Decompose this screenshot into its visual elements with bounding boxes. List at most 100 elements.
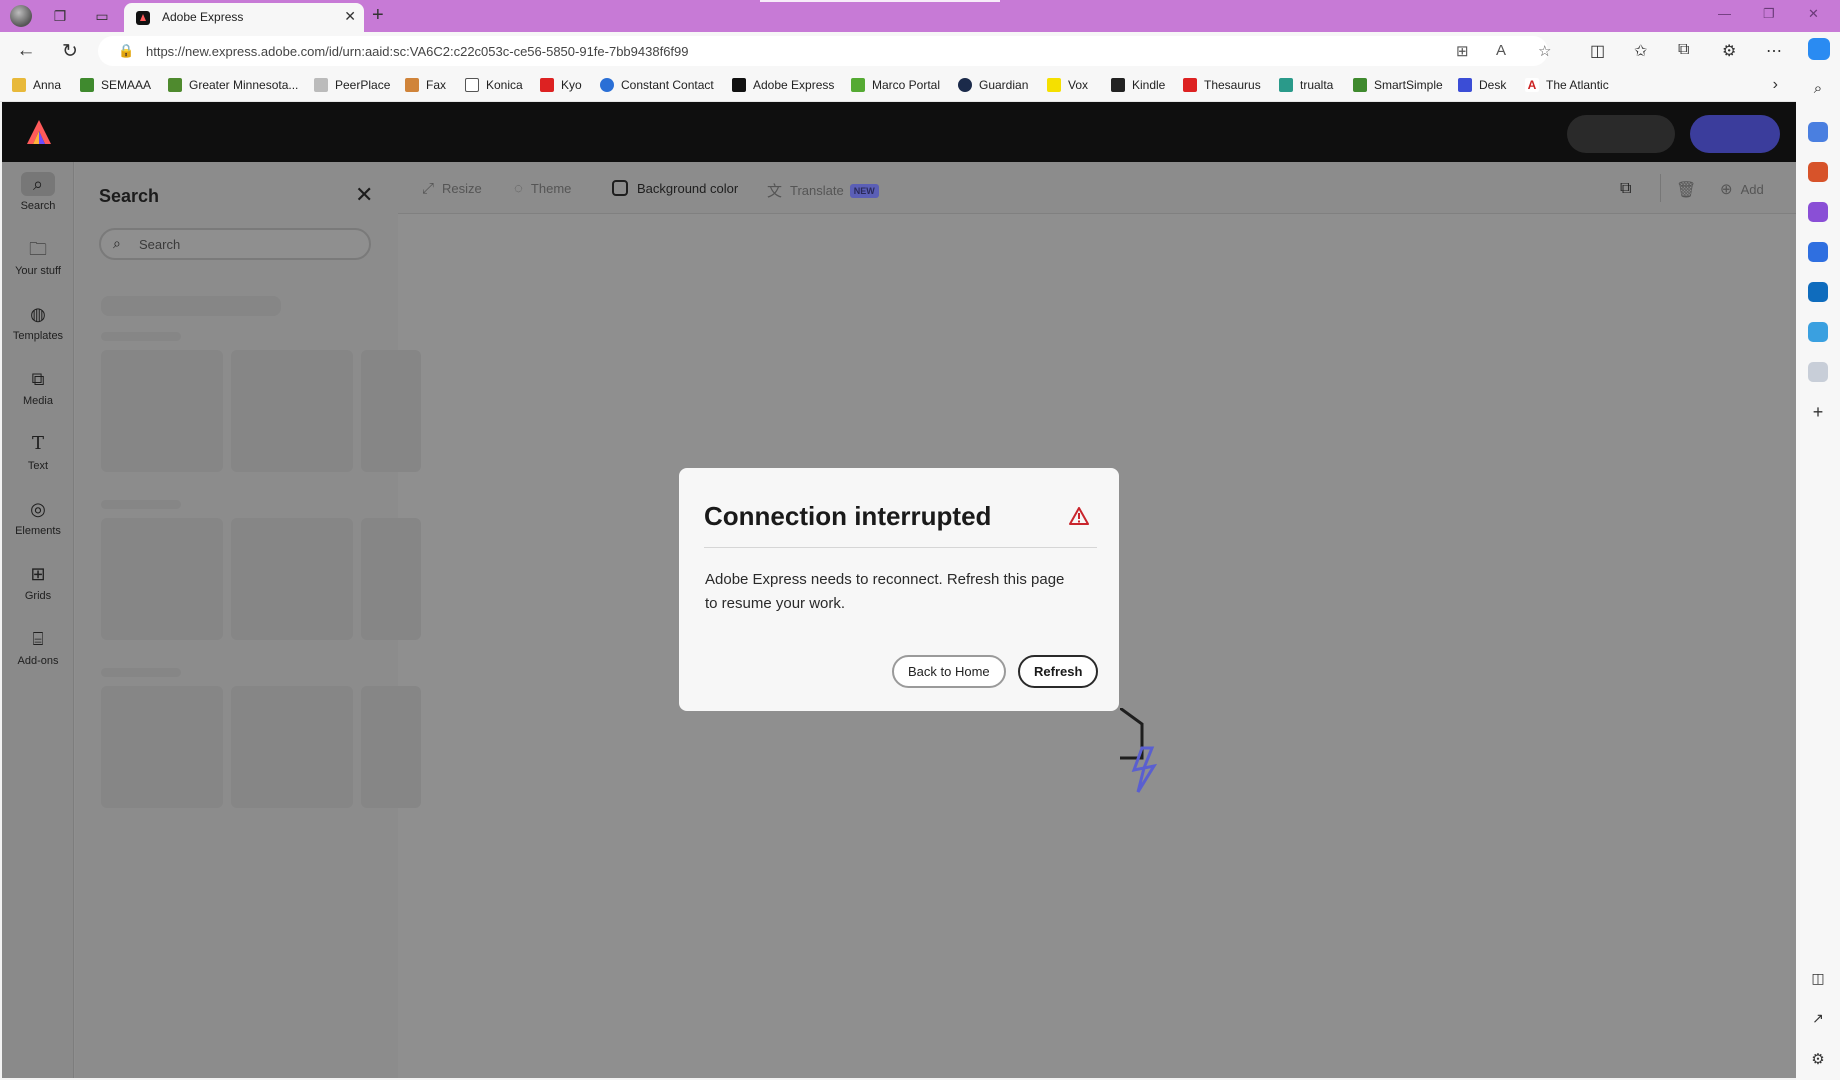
games-icon[interactable] — [1808, 202, 1828, 222]
bookmark-item[interactable]: Fax — [405, 78, 446, 92]
bookmark-item[interactable]: SEMAAA — [80, 78, 151, 92]
bookmark-favicon-icon — [1047, 78, 1061, 92]
reload-icon[interactable]: ↻ — [58, 40, 82, 63]
rail-item-search[interactable]: ⌕ Search — [2, 172, 74, 212]
background-color-button[interactable]: Background color — [612, 180, 738, 196]
add-sidebar-app-icon[interactable]: + — [1808, 402, 1828, 422]
minimize-icon[interactable]: — — [1718, 6, 1731, 21]
bookmark-item[interactable]: Vox — [1047, 78, 1088, 92]
bookmark-favicon-icon — [1183, 78, 1197, 92]
header-secondary-button[interactable] — [1567, 115, 1675, 153]
header-primary-button[interactable] — [1690, 115, 1780, 153]
bookmark-favicon-icon — [1458, 78, 1472, 92]
bookmark-favicon-icon — [851, 78, 865, 92]
titlebar-highlight — [760, 0, 1000, 2]
loading-placeholder — [101, 296, 281, 316]
browser-tab-active[interactable]: Adobe Express ✕ — [124, 3, 364, 32]
restore-icon[interactable]: ❐ — [1763, 6, 1775, 22]
hide-sidebar-icon[interactable]: ◫ — [1808, 970, 1828, 990]
dialog-title: Connection interrupted — [704, 501, 992, 531]
bookmark-item[interactable]: A The Atlantic — [1525, 78, 1609, 92]
microsoft365-icon[interactable] — [1808, 242, 1828, 262]
bookmark-favicon-icon — [1353, 78, 1367, 92]
more-menu-icon[interactable]: ⋯ — [1766, 41, 1782, 61]
workspaces-icon[interactable]: ❐ — [50, 6, 70, 26]
bookmark-item[interactable]: Constant Contact — [600, 78, 714, 92]
bookmark-item[interactable]: Adobe Express — [732, 78, 834, 92]
left-rail: ⌕ Search 🗀 Your stuff ◍ Templates ⧉ Medi… — [2, 162, 74, 1078]
browser-titlebar: ❐ ▭ Adobe Express ✕ + — ❐ ✕ — [0, 0, 1840, 32]
loading-card — [231, 518, 353, 640]
app-available-icon[interactable]: ⊞ — [1456, 42, 1469, 60]
bookmark-item[interactable]: PeerPlace — [314, 78, 390, 92]
extensions-icon[interactable]: ⚙ — [1722, 41, 1736, 61]
loading-card — [361, 518, 421, 640]
drop-icon[interactable] — [1808, 362, 1828, 382]
duplicate-icon[interactable]: ⧉ — [1620, 180, 1631, 198]
bookmark-item[interactable]: Kindle — [1111, 78, 1165, 92]
loading-card — [361, 350, 421, 472]
send-icon[interactable] — [1808, 322, 1828, 342]
lock-icon[interactable]: 🔒 — [118, 43, 134, 59]
bookmark-item[interactable]: Konica — [465, 78, 523, 92]
outlook-icon[interactable] — [1808, 282, 1828, 302]
grid-icon: ⊞ — [30, 564, 46, 584]
panel-close-icon[interactable]: ✕ — [355, 182, 373, 208]
refresh-button[interactable]: Refresh — [1018, 655, 1099, 688]
rail-item-your-stuff[interactable]: 🗀 Your stuff — [2, 237, 74, 277]
external-link-icon[interactable]: ↗ — [1808, 1010, 1828, 1030]
rail-item-add-ons[interactable]: ⌸ Add-ons — [2, 627, 74, 667]
translate-button[interactable]: 文 Translate NEW — [767, 180, 879, 201]
search-input[interactable]: ⌕ Search — [99, 228, 371, 260]
bookmark-item[interactable]: Kyo — [540, 78, 582, 92]
settings-gear-icon[interactable]: ⚙ — [1808, 1050, 1828, 1070]
bookmark-item[interactable]: Anna — [12, 78, 61, 92]
favorite-star-icon[interactable]: ☆ — [1538, 42, 1551, 60]
copilot-icon[interactable] — [1808, 38, 1830, 60]
bookmark-favicon-icon — [80, 78, 94, 92]
rail-item-text[interactable]: T Text — [2, 432, 74, 472]
search-icon[interactable]: ⌕ — [1808, 80, 1828, 100]
media-icon: ⧉ — [31, 369, 45, 389]
add-page-button[interactable]: ⊕ Add — [1720, 180, 1764, 198]
rail-item-grids[interactable]: ⊞ Grids — [2, 562, 74, 602]
back-icon[interactable]: ← — [14, 40, 38, 62]
bookmark-item[interactable]: Marco Portal — [851, 78, 940, 92]
bookmark-favicon-icon — [1111, 78, 1125, 92]
loading-card — [231, 686, 353, 808]
bookmark-item[interactable]: Desk — [1458, 78, 1506, 92]
url-field[interactable]: 🔒 https://new.express.adobe.com/id/urn:a… — [98, 36, 1551, 66]
adobe-express-logo[interactable] — [26, 119, 52, 145]
profile-avatar[interactable] — [10, 5, 32, 27]
delete-icon[interactable]: 🗑 — [1676, 180, 1696, 200]
dialog-divider — [704, 547, 1097, 548]
window-close-icon[interactable]: ✕ — [1808, 6, 1819, 22]
resize-button[interactable]: ⤢ Resize — [422, 180, 482, 197]
loading-card — [101, 518, 223, 640]
bookmarks-overflow-chevron-icon[interactable]: › — [1773, 76, 1778, 94]
loading-card — [101, 686, 223, 808]
read-aloud-icon[interactable]: A — [1496, 42, 1506, 59]
bookmark-item[interactable]: Guardian — [958, 78, 1028, 92]
bookmark-item[interactable]: Greater Minnesota... — [168, 78, 298, 92]
rail-item-elements[interactable]: ◎ Elements — [2, 497, 74, 537]
templates-icon: ◍ — [30, 304, 46, 324]
rail-item-templates[interactable]: ◍ Templates — [2, 302, 74, 342]
tools-icon[interactable] — [1808, 162, 1828, 182]
tab-close-icon[interactable]: ✕ — [344, 8, 356, 25]
bookmark-favicon-icon — [1279, 78, 1293, 92]
favorites-icon[interactable]: ✩ — [1634, 41, 1647, 61]
bookmark-item[interactable]: trualta — [1279, 78, 1333, 92]
back-to-home-button[interactable]: Back to Home — [892, 655, 1006, 688]
tab-title: Adobe Express — [162, 10, 244, 24]
bookmark-item[interactable]: Thesaurus — [1183, 78, 1261, 92]
vertical-tabs-icon[interactable]: ▭ — [92, 6, 112, 26]
rail-item-media[interactable]: ⧉ Media — [2, 367, 74, 407]
theme-button[interactable]: ◌ Theme — [514, 180, 571, 197]
new-tab-button[interactable]: + — [372, 4, 384, 27]
bookmark-item[interactable]: SmartSimple — [1353, 78, 1443, 92]
bookmark-favicon-icon — [168, 78, 182, 92]
split-screen-icon[interactable]: ◫ — [1590, 41, 1605, 61]
collections-icon[interactable]: ⧉ — [1678, 41, 1689, 59]
shopping-icon[interactable] — [1808, 122, 1828, 142]
